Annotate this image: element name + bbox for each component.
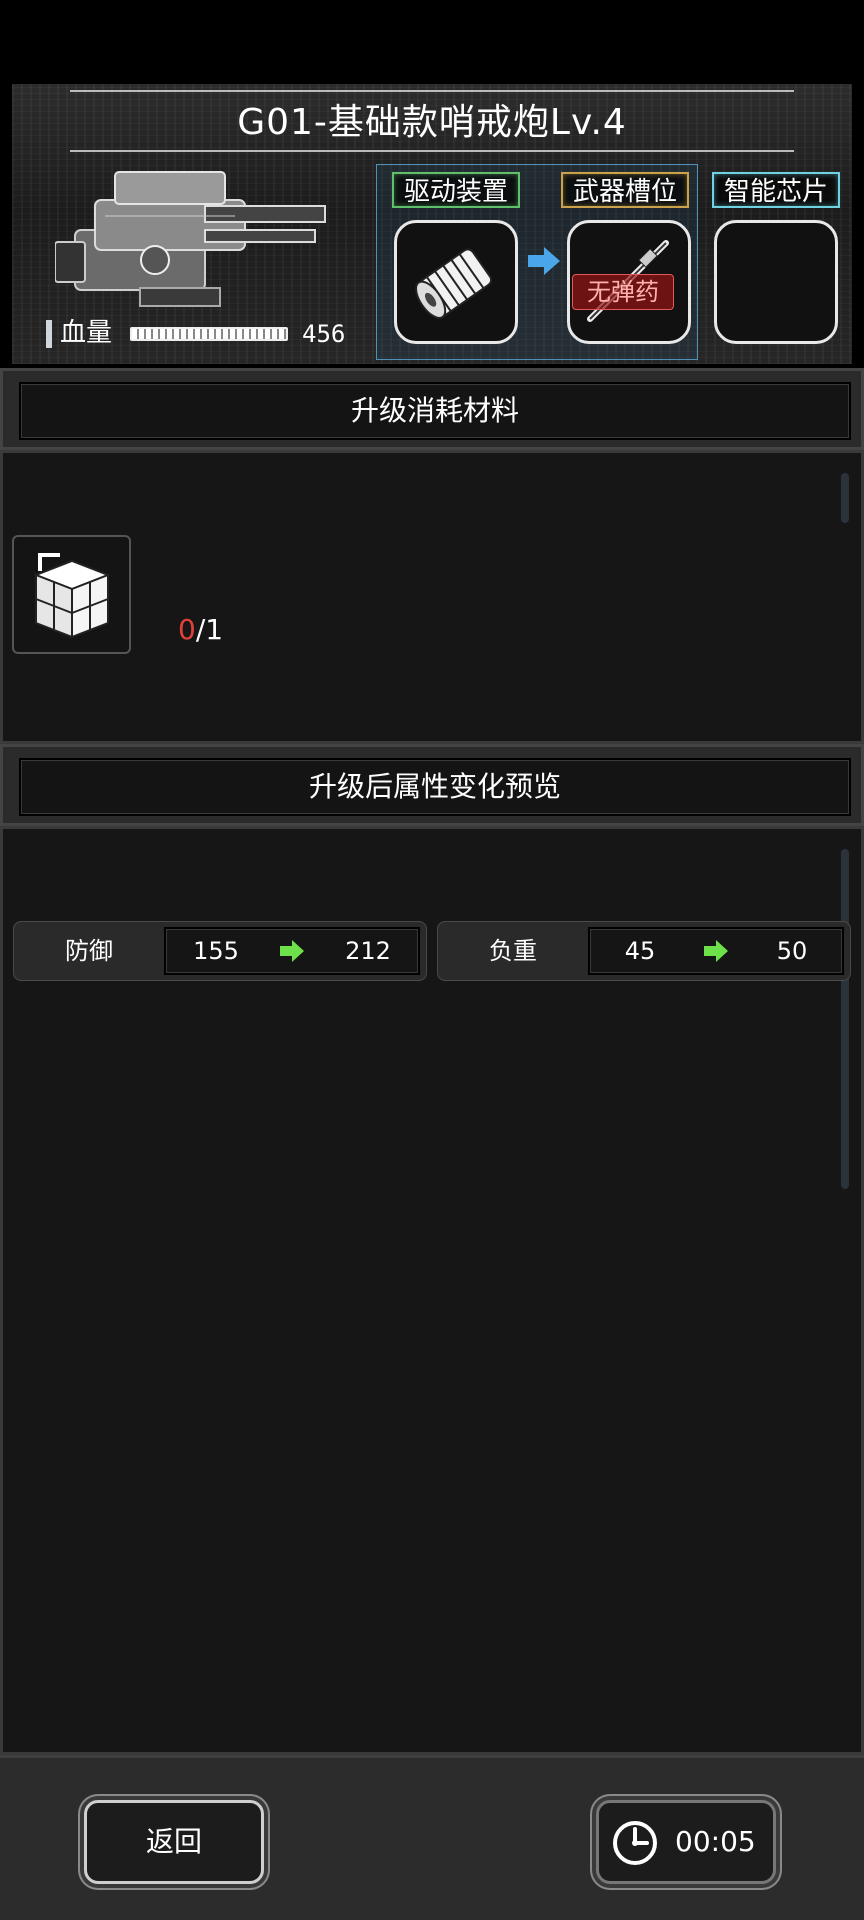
sentry-turret-image bbox=[55, 171, 326, 307]
clock-icon bbox=[613, 1821, 657, 1865]
stat-row-load: 负重 45 50 bbox=[437, 921, 851, 981]
title-divider-bottom bbox=[70, 150, 794, 152]
timer-button[interactable]: 00:05 bbox=[596, 1800, 776, 1884]
unit-title: G01-基础款哨戒炮Lv.4 bbox=[237, 102, 627, 143]
title-divider-top bbox=[70, 90, 794, 92]
drive-cylinder-icon bbox=[415, 248, 493, 319]
preview-section-header: 升级后属性变化预览 bbox=[0, 744, 864, 826]
materials-scrollbar[interactable] bbox=[841, 473, 849, 523]
arrow-right-icon bbox=[704, 940, 728, 962]
materials-title: 升级消耗材料 bbox=[19, 382, 851, 440]
preview-scrollbar[interactable] bbox=[841, 849, 849, 1189]
no-ammo-badge: 无弹药 bbox=[572, 274, 674, 310]
material-count: 0/1 bbox=[178, 612, 223, 648]
material-count-need: /1 bbox=[195, 613, 224, 646]
stat-from-value: 45 bbox=[624, 937, 656, 965]
stat-from-value: 155 bbox=[193, 937, 239, 965]
timer-value: 00:05 bbox=[675, 1825, 756, 1858]
material-slot[interactable] bbox=[12, 535, 131, 654]
chip-slot[interactable] bbox=[714, 220, 838, 344]
material-count-have: 0 bbox=[178, 613, 196, 646]
hp-bar bbox=[130, 327, 288, 341]
back-button[interactable]: 返回 bbox=[84, 1800, 264, 1884]
materials-section-header: 升级消耗材料 bbox=[0, 368, 864, 450]
stat-to-value: 212 bbox=[345, 937, 391, 965]
weapon-slot-label: 武器槽位 bbox=[561, 172, 689, 208]
stat-name: 防御 bbox=[65, 937, 113, 965]
arrow-right-icon bbox=[280, 940, 304, 962]
stat-values: 45 50 bbox=[588, 927, 844, 975]
drive-slot[interactable] bbox=[394, 220, 518, 344]
hp-label: 血量 bbox=[60, 318, 113, 348]
stat-name: 负重 bbox=[489, 937, 537, 965]
hp-accent-bar bbox=[46, 320, 52, 348]
material-crate-icon bbox=[33, 553, 111, 639]
stat-to-value: 50 bbox=[776, 937, 808, 965]
drive-slot-label: 驱动装置 bbox=[392, 172, 520, 208]
preview-title: 升级后属性变化预览 bbox=[19, 758, 851, 816]
footer-bar: 返回 00:05 bbox=[0, 1755, 864, 1920]
hp-value: 456 bbox=[302, 320, 346, 348]
chip-slot-label: 智能芯片 bbox=[712, 172, 840, 208]
back-button-label: 返回 bbox=[145, 1825, 202, 1858]
unit-header: G01-基础款哨戒炮Lv.4 血量 456 驱动装置 武器槽位 智能芯片 无弹药 bbox=[0, 0, 864, 368]
stat-values: 155 212 bbox=[164, 927, 420, 975]
stat-row-defense: 防御 155 212 bbox=[13, 921, 427, 981]
arrow-right-icon bbox=[528, 247, 560, 275]
